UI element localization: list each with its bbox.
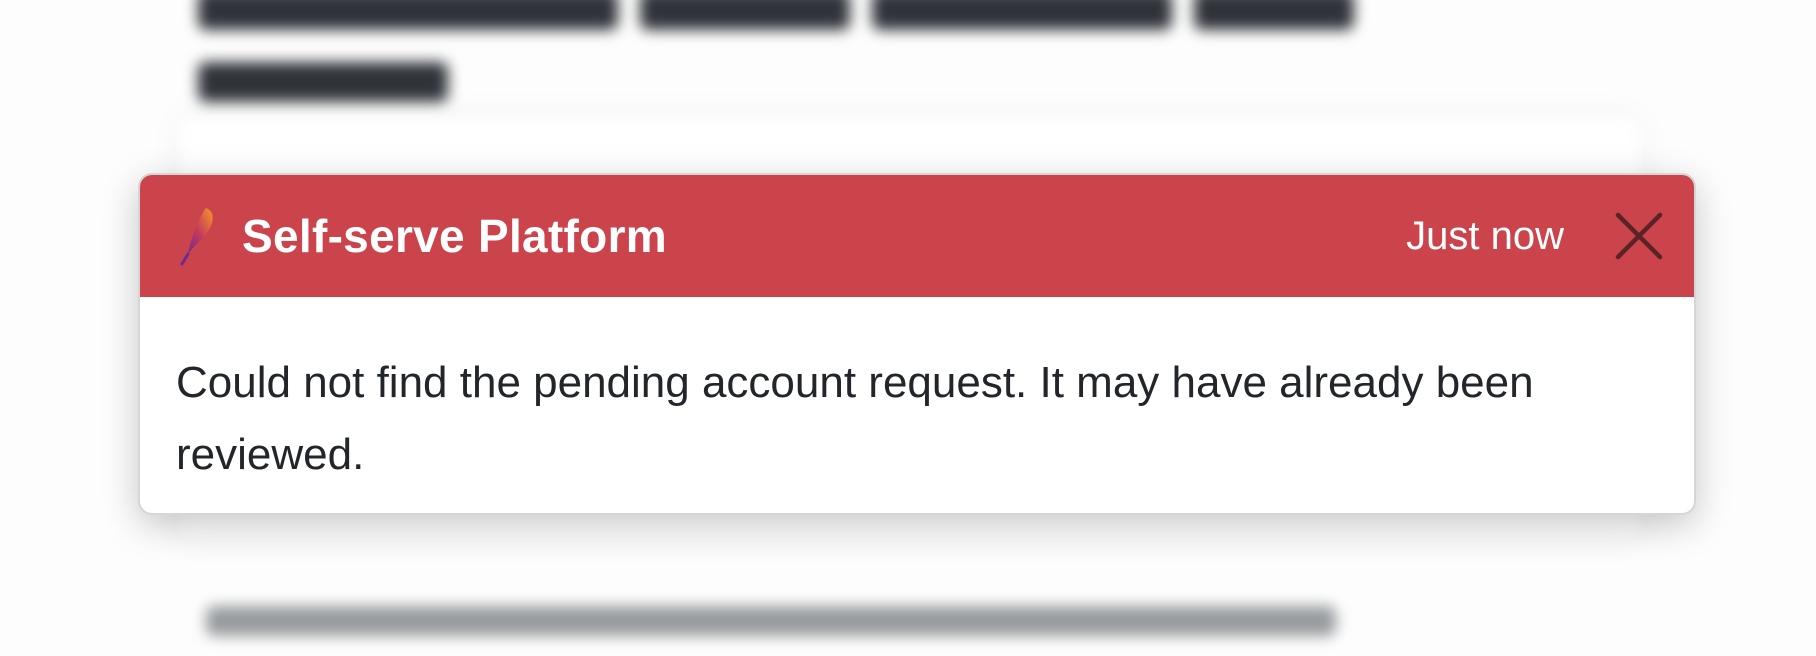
page: Self-serve Platform Just now Could not f… [0,0,1816,656]
background-text-line [206,606,1336,636]
toast-header: Self-serve Platform Just now [140,175,1694,297]
toast-app-name: Self-serve Platform [242,210,667,262]
toast-timestamp: Just now [1406,213,1564,258]
feather-icon [180,208,213,266]
close-button[interactable] [1612,209,1666,263]
close-icon [1615,212,1663,260]
error-toast: Self-serve Platform Just now Could not f… [138,173,1696,515]
toast-message: Could not find the pending account reque… [176,358,1534,479]
